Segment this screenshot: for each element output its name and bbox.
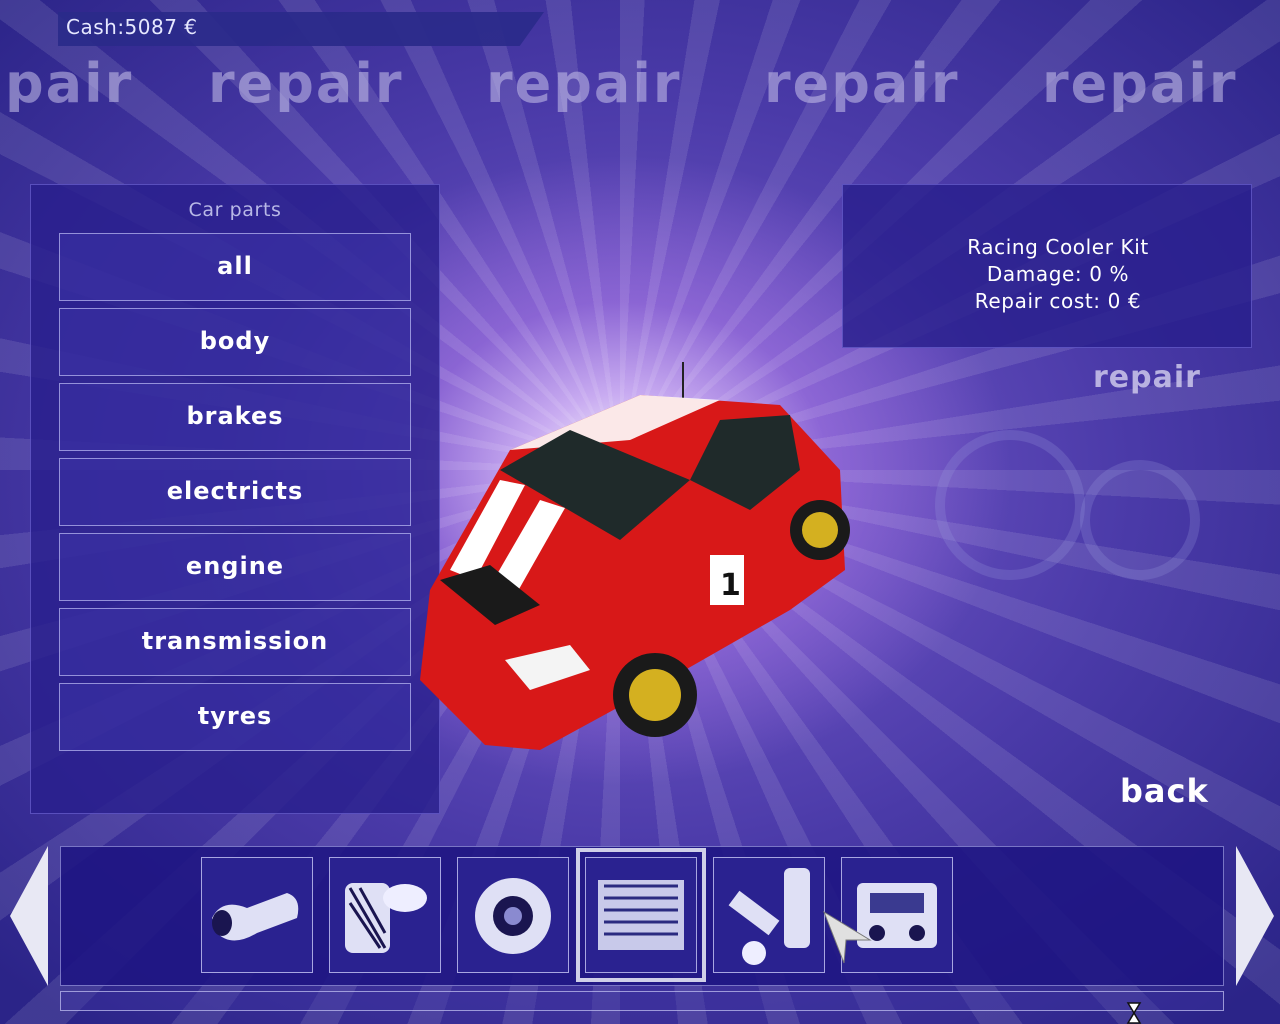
suspension-icon[interactable] (713, 857, 825, 973)
part-category-brakes[interactable]: brakes (59, 383, 411, 451)
watermark-word: repair (764, 52, 960, 112)
watermark-fragment: pair (5, 52, 134, 112)
exhaust-icon[interactable] (201, 857, 313, 973)
intercooler-icon[interactable] (576, 848, 706, 982)
part-category-tyres[interactable]: tyres (59, 683, 411, 751)
part-name: Racing Cooler Kit (967, 235, 1149, 259)
watermark-word: repair (1042, 52, 1238, 112)
hourglass-icon (1126, 1002, 1142, 1024)
back-button[interactable]: back (1120, 772, 1209, 810)
part-category-body[interactable]: body (59, 308, 411, 376)
part-category-all[interactable]: all (59, 233, 411, 301)
mouse-pointer-icon (822, 910, 872, 964)
part-info-panel: Racing Cooler Kit Damage: 0 % Repair cos… (842, 184, 1252, 348)
scroll-right-arrow-icon[interactable] (1236, 846, 1274, 986)
repair-watermark: pair repair repair repair repair (0, 52, 1280, 112)
scroll-left-arrow-icon[interactable] (10, 846, 48, 986)
cash-display: Cash:5087 € (66, 15, 198, 39)
rally-car-image: 1 (420, 362, 850, 750)
status-bar (60, 991, 1224, 1011)
turbo-icon[interactable] (457, 857, 569, 973)
repair-cost-value: Repair cost: 0 € (974, 289, 1142, 313)
part-category-transmission[interactable]: transmission (59, 608, 411, 676)
decorative-ring (935, 430, 1085, 580)
damage-value: Damage: 0 % (986, 262, 1130, 286)
car-parts-panel: Car parts all body brakes electricts eng… (30, 184, 440, 814)
air-filter-icon[interactable] (329, 857, 441, 973)
svg-text:1: 1 (720, 568, 741, 603)
car-parts-title: Car parts (188, 199, 282, 221)
watermark-word: repair (486, 52, 682, 112)
screen-title: repair (1093, 360, 1201, 395)
watermark-word: repair (208, 52, 404, 112)
decorative-ring (1080, 460, 1200, 580)
part-category-engine[interactable]: engine (59, 533, 411, 601)
part-category-electrics[interactable]: electricts (59, 458, 411, 526)
